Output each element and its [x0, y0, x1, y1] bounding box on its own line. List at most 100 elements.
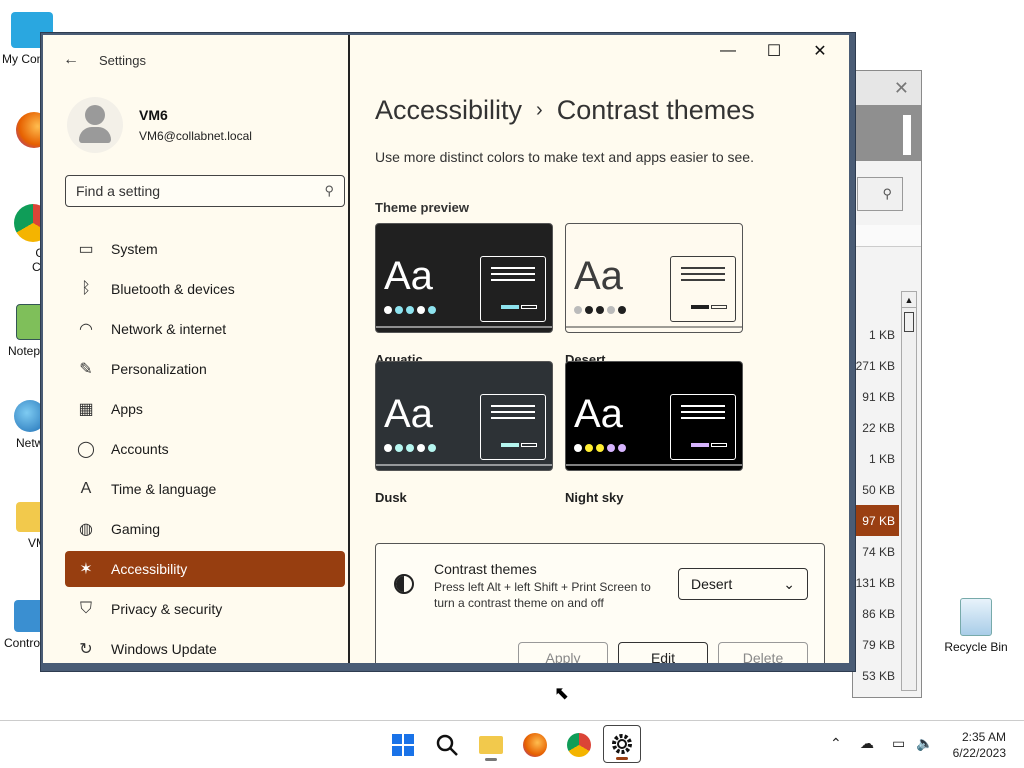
chevron-down-icon: ⌄	[783, 575, 795, 592]
card-description: Press left Alt + left Shift + Print Scre…	[434, 580, 651, 610]
edit-button[interactable]: Edit	[618, 642, 708, 663]
settings-gear-icon[interactable]	[603, 725, 641, 763]
search-icon[interactable]	[429, 727, 465, 763]
recycle-bin-icon	[960, 598, 992, 636]
sidebar-item-time-language[interactable]: A Time & language	[65, 471, 345, 507]
start-icon[interactable]	[385, 727, 421, 763]
mouse-cursor-icon: ⬉	[554, 683, 570, 703]
explorer-search-box[interactable]: ⚲	[857, 177, 903, 211]
apply-button[interactable]: Apply	[518, 642, 608, 663]
file-size-cell[interactable]: 79 KB	[853, 629, 899, 660]
explorer-scrollbar[interactable]: ▲	[901, 291, 917, 691]
file-size-cell[interactable]: 131 KB	[853, 567, 899, 598]
theme-preview-night-sky[interactable]: Aa	[565, 361, 743, 471]
sidebar-item-privacy-security[interactable]: ⛉ Privacy & security	[65, 591, 345, 627]
theme-sample-text: Aa	[384, 254, 433, 298]
theme-dropdown[interactable]: Desert ⌄	[678, 568, 808, 600]
file-size-cell[interactable]: 1 KB	[853, 443, 899, 474]
sidebar-item-label: Gaming	[111, 521, 161, 537]
nav-icon: ◠	[79, 321, 93, 338]
sidebar-item-gaming[interactable]: ◍ Gaming	[65, 511, 345, 547]
nav-icon: ↻	[79, 641, 93, 658]
chrome-icon[interactable]	[561, 727, 597, 763]
sidebar-item-personalization[interactable]: ✎ Personalization	[65, 351, 345, 387]
sidebar-item-windows-update[interactable]: ↻ Windows Update	[65, 631, 345, 667]
user-profile[interactable]: VM6 VM6@collabnet.local	[67, 97, 252, 153]
maximize-icon[interactable]: ☐	[751, 35, 797, 67]
page-description: Use more distinct colors to make text an…	[375, 149, 754, 165]
volume-icon[interactable]: 🔈	[916, 735, 933, 752]
desktop-icon-recycle-bin[interactable]: Recycle Bin	[940, 598, 1012, 654]
sidebar-item-label: System	[111, 241, 158, 257]
theme-sample-text: Aa	[574, 254, 623, 298]
file-size-cell[interactable]: 1 KB	[853, 319, 899, 350]
background-explorer-window[interactable]: ✕ ⚲ 1 KB 271 KB 91 KB 22 KB 1 KB 50 KB 97 KB 74…	[852, 70, 922, 698]
scroll-up-icon[interactable]: ▲	[902, 292, 916, 308]
card-title: Contrast themes	[434, 561, 537, 577]
theme-name-label: Night sky	[565, 490, 624, 505]
minimize-icon[interactable]: —	[705, 35, 751, 67]
sidebar-item-label: Time & language	[111, 481, 217, 497]
search-input[interactable]: Find a setting ⚲	[65, 175, 345, 207]
file-size-cell[interactable]: 74 KB	[853, 536, 899, 567]
search-icon: ⚲	[324, 183, 334, 198]
settings-sidebar: ← Settings VM6 VM6@collabnet.local Find …	[43, 35, 349, 663]
delete-button[interactable]: Delete	[718, 642, 808, 663]
pane-divider	[348, 35, 350, 663]
user-name: VM6	[139, 107, 168, 123]
close-icon[interactable]: ✕	[797, 35, 843, 67]
file-size-cell[interactable]: 97 KB	[853, 505, 899, 536]
theme-color-dots	[384, 306, 439, 314]
sidebar-item-system[interactable]: ▭ System	[65, 231, 345, 267]
file-size-cell[interactable]: 271 KB	[853, 350, 899, 381]
sidebar-item-label: Accounts	[111, 441, 169, 457]
theme-preview-aquatic[interactable]: Aa	[375, 223, 553, 333]
sidebar-item-network-internet[interactable]: ◠ Network & internet	[65, 311, 345, 347]
desktop-icon-label: Recycle Bin	[944, 640, 1008, 654]
file-size-cell[interactable]: 53 KB	[853, 660, 899, 691]
nav-icon: A	[80, 480, 92, 497]
avatar	[67, 97, 123, 153]
nav-icon: ✶	[79, 561, 93, 578]
nav-icon: ◯	[77, 441, 95, 458]
file-explorer-icon[interactable]	[473, 727, 509, 763]
onedrive-offline-icon[interactable]: ☁	[860, 735, 874, 752]
theme-window-sample	[480, 256, 546, 322]
contrast-icon	[394, 574, 414, 594]
explorer-file-list: 1 KB 271 KB 91 KB 22 KB 1 KB 50 KB 97 KB 74 KB 1…	[853, 319, 899, 691]
file-size-cell[interactable]: 86 KB	[853, 598, 899, 629]
sidebar-item-apps[interactable]: ▦ Apps	[65, 391, 345, 427]
search-icon: ⚲	[882, 186, 892, 201]
firefox-icon[interactable]	[517, 727, 553, 763]
clock-time: 2:35 AM	[961, 730, 1006, 744]
user-email: VM6@collabnet.local	[139, 129, 252, 143]
breadcrumb: Accessibility › Contrast themes	[375, 95, 755, 126]
theme-preview-desert[interactable]: Aa	[565, 223, 743, 333]
back-arrow-icon[interactable]: ←	[63, 51, 79, 69]
sidebar-item-accessibility[interactable]: ✶ Accessibility	[65, 551, 345, 587]
file-size-cell[interactable]: 91 KB	[853, 381, 899, 412]
sidebar-item-label: Personalization	[111, 361, 207, 377]
explorer-column-header	[853, 225, 921, 247]
theme-window-sample	[670, 256, 736, 322]
window-controls: — ☐ ✕	[705, 35, 843, 67]
sidebar-item-accounts[interactable]: ◯ Accounts	[65, 431, 345, 467]
breadcrumb-parent[interactable]: Accessibility	[375, 95, 522, 126]
show-hidden-icons-chevron-icon[interactable]: ⌃	[830, 735, 842, 752]
close-icon[interactable]: ✕	[894, 78, 909, 99]
theme-sample-text: Aa	[384, 392, 433, 436]
nav-icon: ᛒ	[81, 280, 91, 297]
theme-preview-dusk[interactable]: Aa	[375, 361, 553, 471]
network-icon[interactable]: ▭	[892, 735, 905, 752]
settings-window: ← Settings VM6 VM6@collabnet.local Find …	[40, 32, 856, 703]
file-size-cell[interactable]: 50 KB	[853, 474, 899, 505]
taskbar: ⌃ ☁ ▭ 🔈 2:35 AM 6/22/2023	[0, 720, 1024, 768]
clock[interactable]: 2:35 AM 6/22/2023	[953, 729, 1006, 761]
theme-preview-header: Theme preview	[375, 200, 469, 215]
file-size-cell[interactable]: 22 KB	[853, 412, 899, 443]
clock-date: 6/22/2023	[952, 746, 1006, 760]
scroll-thumb[interactable]	[904, 312, 914, 332]
nav-icon: ◍	[79, 521, 93, 538]
app-title: Settings	[99, 53, 146, 68]
sidebar-item-bluetooth-devices[interactable]: ᛒ Bluetooth & devices	[65, 271, 345, 307]
